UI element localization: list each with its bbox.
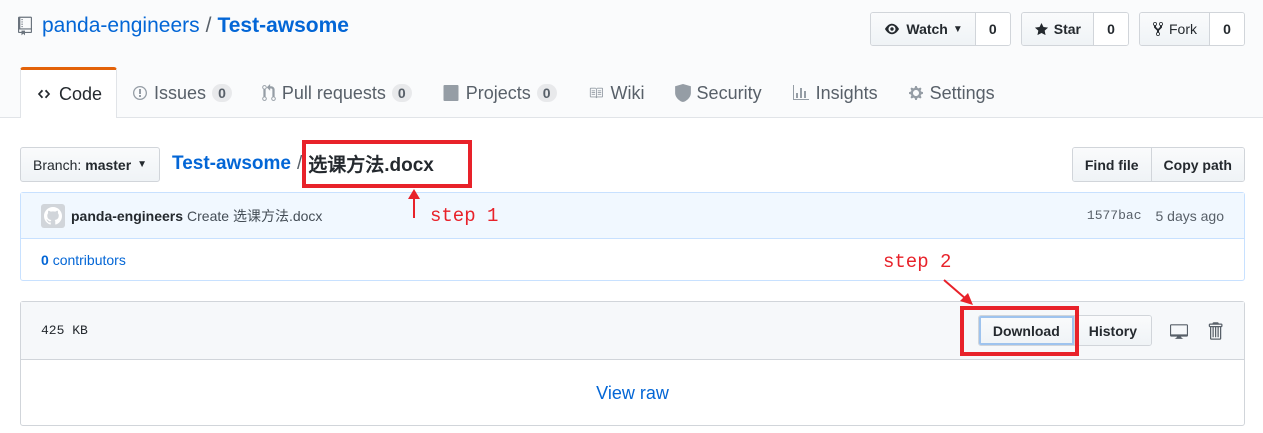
commit-meta: 1577bac 5 days ago — [1087, 208, 1224, 224]
fork-button[interactable]: Fork — [1140, 13, 1210, 45]
file-navigation: Branch: master ▼ Test-awsome / 选课方法.docx… — [20, 147, 1245, 182]
repo-nav-tabs: Code Issues 0 Pull requests 0 Projects 0… — [20, 67, 1010, 118]
contributors-row: 0 contributors — [21, 239, 1244, 280]
branch-prefix: Branch: — [33, 156, 82, 173]
tab-settings-label: Settings — [929, 82, 995, 103]
tab-insights-label: Insights — [815, 82, 878, 103]
fork-label: Fork — [1169, 21, 1197, 37]
project-icon — [443, 85, 459, 101]
trash-icon[interactable] — [1206, 321, 1224, 341]
book-icon — [589, 87, 603, 99]
contributors-link[interactable]: 0 contributors — [41, 252, 126, 268]
watch-group: Watch ▼ 0 — [870, 12, 1011, 46]
shield-icon — [674, 84, 691, 102]
step-1-highlight-box — [302, 140, 472, 188]
code-icon — [37, 89, 51, 99]
watch-label: Watch — [906, 21, 948, 37]
branch-select-button[interactable]: Branch: master ▼ — [20, 147, 161, 182]
commit-time: 5 days ago — [1155, 207, 1225, 224]
tab-issues-count: 0 — [212, 84, 232, 102]
tab-projects-label: Projects — [465, 82, 531, 103]
repo-title-separator: / — [205, 14, 212, 37]
commit-tease: panda-engineers Create 选课方法.docx 1577bac… — [20, 192, 1245, 281]
repo-owner-link[interactable]: panda-engineers — [42, 14, 200, 38]
repo-actions: Watch ▼ 0 Star 0 Fork 0 — [870, 12, 1245, 46]
step-1-label: step 1 — [430, 205, 499, 227]
breadcrumb-root-link[interactable]: Test-awsome — [172, 153, 291, 175]
commit-message-link[interactable]: Create 选课方法.docx — [187, 206, 322, 226]
commit-sha-link[interactable]: 1577bac — [1087, 208, 1142, 223]
history-button[interactable]: History — [1073, 316, 1151, 345]
star-icon — [1034, 22, 1048, 35]
fork-count[interactable]: 0 — [1210, 13, 1244, 45]
file-body: View raw — [21, 360, 1244, 426]
star-count[interactable]: 0 — [1094, 13, 1128, 45]
repo-name-link[interactable]: Test-awsome — [217, 14, 349, 38]
star-button[interactable]: Star — [1021, 13, 1094, 45]
tab-wiki-label: Wiki — [610, 82, 645, 103]
tab-pull-requests[interactable]: Pull requests 0 — [247, 67, 427, 118]
issue-icon — [133, 86, 148, 100]
fork-icon — [1153, 21, 1163, 37]
tab-code[interactable]: Code — [20, 67, 118, 118]
repo-title: panda-engineers / Test-awsome — [18, 14, 349, 38]
chevron-down-icon: ▼ — [952, 23, 963, 35]
tab-issues-label: Issues — [154, 82, 207, 103]
watch-count[interactable]: 0 — [975, 13, 1010, 45]
tab-settings[interactable]: Settings — [893, 67, 1010, 118]
watch-button[interactable]: Watch ▼ — [871, 13, 976, 45]
step-2-arrow-icon — [943, 279, 973, 305]
step-1-arrow-icon — [408, 189, 420, 218]
fork-group: Fork 0 — [1139, 12, 1245, 46]
tab-insights[interactable]: Insights — [777, 67, 893, 118]
file-size: 425 KB — [41, 323, 88, 338]
star-label: Star — [1053, 21, 1081, 37]
tab-code-label: Code — [59, 83, 103, 104]
tab-pull-requests-count: 0 — [391, 84, 412, 102]
find-file-button[interactable]: Find file — [1072, 148, 1151, 181]
step-2-label: step 2 — [883, 251, 952, 273]
branch-name: master — [85, 156, 132, 173]
copy-path-button[interactable]: Copy path — [1150, 148, 1244, 181]
tab-projects-count: 0 — [536, 84, 557, 102]
contributors-label: contributors — [52, 251, 126, 268]
tab-wiki[interactable]: Wiki — [572, 67, 660, 118]
contributors-count: 0 — [41, 251, 49, 268]
view-raw-link[interactable]: View raw — [596, 383, 669, 404]
github-mark-icon — [44, 206, 62, 225]
file-nav-actions: Find file Copy path — [1071, 147, 1245, 182]
tab-security[interactable]: Security — [660, 67, 777, 118]
tab-issues[interactable]: Issues 0 — [117, 67, 247, 118]
latest-commit: panda-engineers Create 选课方法.docx 1577bac… — [21, 193, 1244, 239]
graph-icon — [792, 85, 809, 100]
commit-author-link[interactable]: panda-engineers — [71, 208, 183, 224]
desktop-icon[interactable] — [1168, 322, 1190, 340]
step-2-highlight-box — [960, 306, 1079, 356]
repo-header: panda-engineers / Test-awsome Watch ▼ 0 … — [0, 0, 1263, 118]
tab-security-label: Security — [696, 82, 762, 103]
pull-request-icon — [262, 84, 276, 101]
tab-pull-requests-label: Pull requests — [281, 82, 386, 103]
avatar[interactable] — [41, 203, 65, 228]
gear-icon — [908, 86, 923, 100]
eye-icon — [885, 23, 900, 35]
star-group: Star 0 — [1020, 12, 1129, 46]
tab-projects[interactable]: Projects 0 — [427, 67, 572, 118]
chevron-down-icon: ▼ — [137, 159, 148, 170]
repo-icon — [18, 16, 32, 36]
